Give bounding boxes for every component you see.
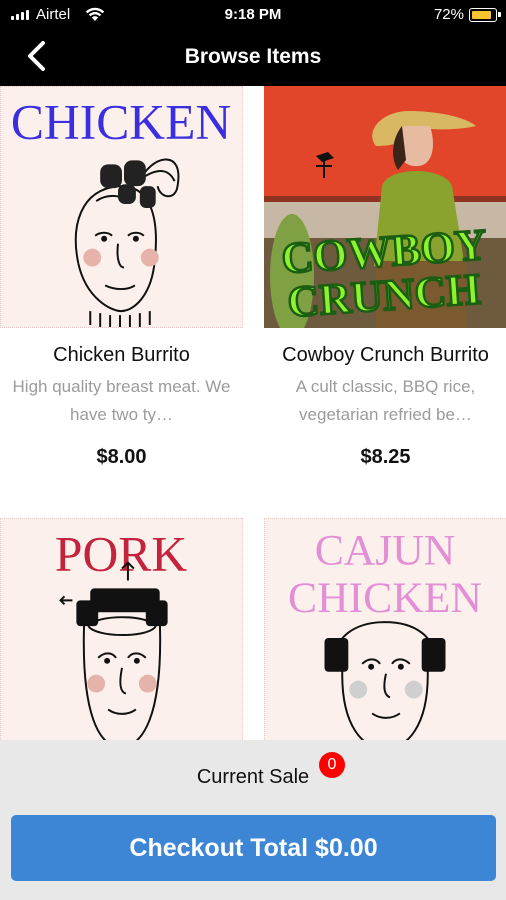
item-description: High quality breast meat. We have two ty… xyxy=(12,377,231,424)
item-image: PORK xyxy=(0,518,243,740)
top-bar: Airtel 9:18 PM 72% Browse Items xyxy=(0,0,506,86)
art-text: CAJUN xyxy=(315,527,456,575)
art-text: PORK xyxy=(55,527,187,582)
status-bar: Airtel 9:18 PM 72% xyxy=(0,0,506,30)
page-title: Browse Items xyxy=(184,45,322,68)
item-card-pork[interactable]: PORK xyxy=(0,518,243,740)
items-grid: CHICKEN Chicken Burrito High quality bre… xyxy=(0,86,506,740)
art-text: CHICKEN xyxy=(288,574,482,622)
item-name: Cowboy Crunch Burrito xyxy=(282,344,489,366)
item-image: CAJUN CHICKEN xyxy=(264,518,506,740)
checkout-button[interactable]: Checkout Total $0.00 xyxy=(11,815,496,881)
item-price: $8.00 xyxy=(96,446,147,468)
item-name: Chicken Burrito xyxy=(53,344,190,366)
item-card-cowboy-crunch-burrito[interactable]: COWBOY CRUNCH Cowboy Crunch Burrito A cu… xyxy=(264,86,506,471)
item-image: CHICKEN xyxy=(0,86,243,328)
item-card-chicken-burrito[interactable]: CHICKEN Chicken Burrito High quality bre… xyxy=(0,86,243,471)
art-text: CHICKEN xyxy=(11,95,231,150)
item-image: COWBOY CRUNCH xyxy=(264,86,506,328)
cart-count-badge: 0 xyxy=(319,752,345,778)
cart-panel: Current Sale 0 Checkout Total $0.00 xyxy=(0,740,506,900)
status-time: 9:18 PM xyxy=(224,6,282,23)
item-description: A cult classic, BBQ rice, vegetarian ref… xyxy=(295,377,476,424)
battery-percentage: 72% xyxy=(433,6,464,23)
battery-icon xyxy=(469,8,501,22)
current-sale-label: Current Sale xyxy=(196,766,310,788)
item-card-cajun-chicken[interactable]: CAJUN CHICKEN xyxy=(264,518,506,740)
browse-items-screen: Airtel 9:18 PM 72% Browse Items CHICKEN xyxy=(0,0,506,900)
item-price: $8.25 xyxy=(360,446,411,468)
